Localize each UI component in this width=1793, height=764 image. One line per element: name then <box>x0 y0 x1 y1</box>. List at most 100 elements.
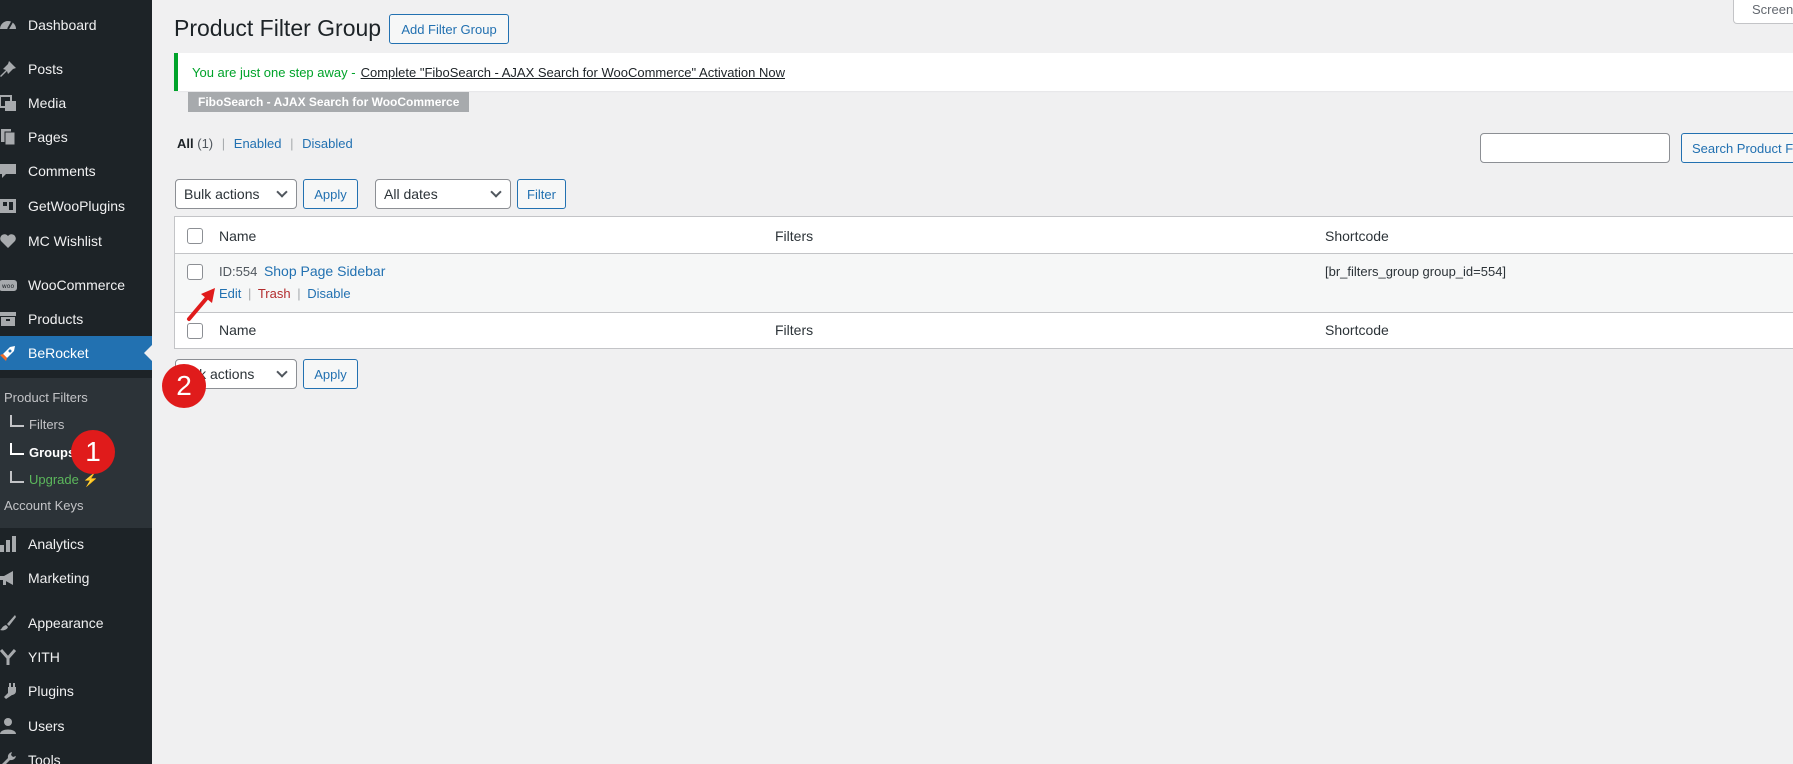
select-all-checkbox-footer[interactable] <box>187 323 203 339</box>
search-input[interactable] <box>1480 133 1670 163</box>
row-actions: Edit | Trash | Disable <box>219 286 351 301</box>
submenu-label: Account Keys <box>4 497 84 513</box>
view-enabled[interactable]: Enabled <box>234 136 282 151</box>
filter-button[interactable]: Filter <box>517 179 566 209</box>
sidebar-item-analytics[interactable]: Analytics <box>0 527 152 561</box>
apply-button[interactable]: Apply <box>303 179 358 209</box>
sidebar-item-label: GetWooPlugins <box>28 198 126 214</box>
sidebar-item-label: Marketing <box>28 570 90 586</box>
chevron-down-icon <box>276 186 288 198</box>
notice-text: You are just one step away - <box>192 64 356 80</box>
bulk-actions-select[interactable]: Bulk actions <box>175 179 297 209</box>
sidebar-item-woocommerce[interactable]: woo WooCommerce <box>0 268 152 302</box>
sidebar-item-label: BeRocket <box>28 345 89 361</box>
woocommerce-icon: woo <box>0 268 28 302</box>
submenu-label: Groups <box>29 444 76 460</box>
submenu-filters[interactable]: Filters <box>0 411 152 437</box>
notice-activation-link[interactable]: Complete "FiboSearch - AJAX Search for W… <box>361 65 785 80</box>
sidebar-item-marketing[interactable]: Marketing <box>0 561 152 595</box>
submenu-account-keys[interactable]: Account Keys <box>0 492 152 518</box>
view-all-count: (1) <box>197 136 214 151</box>
row-action-disable[interactable]: Disable <box>307 286 350 301</box>
svg-text:woo: woo <box>2 283 15 290</box>
sidebar-item-pages[interactable]: Pages <box>0 120 152 154</box>
screen-options-label: Screen <box>1752 2 1793 17</box>
sidebar-item-dashboard[interactable]: Dashboard <box>0 8 152 42</box>
column-header-name[interactable]: Name <box>219 228 256 244</box>
view-disabled[interactable]: Disabled <box>302 136 353 151</box>
tools-icon <box>0 743 28 764</box>
row-shortcode: [br_filters_group group_id=554] <box>1325 264 1507 279</box>
screen-options-button[interactable]: Screen <box>1733 0 1793 24</box>
pin-icon <box>0 52 28 86</box>
sidebar-item-label: Posts <box>28 61 64 77</box>
sidebar-item-label: YITH <box>28 649 60 665</box>
sidebar-item-label: WooCommerce <box>28 277 125 293</box>
brush-icon <box>0 606 28 640</box>
view-filters: All (1) | Enabled | Disabled <box>177 136 353 151</box>
sidebar-item-plugins[interactable]: Plugins <box>0 674 152 708</box>
comments-icon <box>0 154 28 188</box>
sidebar-item-label: Appearance <box>28 615 104 631</box>
sidebar-item-getwooplugins[interactable]: GetWooPlugins <box>0 189 152 223</box>
sidebar-item-label: Pages <box>28 129 68 145</box>
submenu-label: Filters <box>29 416 65 432</box>
submenu-product-filters[interactable]: Product Filters <box>0 384 152 410</box>
select-all-checkbox[interactable] <box>187 228 203 244</box>
action-separator: | <box>297 286 301 301</box>
sidebar-item-label: Media <box>28 95 67 111</box>
sidebar-item-appearance[interactable]: Appearance <box>0 606 152 640</box>
chevron-down-icon <box>490 186 502 198</box>
sidebar-item-label: Plugins <box>28 683 74 699</box>
filter-groups-table: Name Filters Shortcode ID:554 Shop Page … <box>174 216 1793 349</box>
sidebar-item-users[interactable]: Users <box>0 709 152 743</box>
submenu-upgrade[interactable]: Upgrade ⚡ <box>0 467 152 493</box>
view-all[interactable]: All <box>177 136 194 151</box>
arrow-icon <box>10 471 24 483</box>
notice-plugin-tag: FiboSearch - AJAX Search for WooCommerce <box>188 92 470 112</box>
column-footer-filters: Filters <box>775 322 814 338</box>
page-title: Product Filter Group <box>174 15 382 41</box>
sidebar-item-berocket[interactable]: BeRocket <box>0 336 152 370</box>
sidebar-item-products[interactable]: Products <box>0 302 152 336</box>
analytics-icon <box>0 527 28 561</box>
archive-icon <box>0 302 28 336</box>
search-button[interactable]: Search Product Fi <box>1681 133 1793 163</box>
media-icon <box>0 86 28 120</box>
row-action-trash[interactable]: Trash <box>258 286 291 301</box>
row-id: ID:554 <box>219 264 258 279</box>
submenu-label: Product Filters <box>4 389 88 405</box>
chevron-down-icon <box>276 366 288 378</box>
heart-icon <box>0 224 28 258</box>
arrow-icon <box>10 443 24 455</box>
row-checkbox[interactable] <box>187 264 203 280</box>
dates-value: All dates <box>384 186 438 202</box>
view-separator: | <box>221 136 226 151</box>
column-header-shortcode: Shortcode <box>1325 228 1389 244</box>
sidebar-item-yith[interactable]: YITH <box>0 640 152 674</box>
annotation-arrow-icon <box>187 288 215 321</box>
sidebar-item-label: Dashboard <box>28 17 97 33</box>
dates-select[interactable]: All dates <box>375 179 511 209</box>
dashboard-icon <box>0 8 28 42</box>
rocket-icon <box>0 336 28 370</box>
sidebar-item-media[interactable]: Media <box>0 86 152 120</box>
users-icon <box>0 709 28 743</box>
row-name-link[interactable]: Shop Page Sidebar <box>264 263 385 279</box>
view-separator: | <box>290 136 294 151</box>
arrow-icon <box>10 415 24 427</box>
sidebar-item-tools[interactable]: Tools <box>0 743 152 764</box>
sidebar-item-posts[interactable]: Posts <box>0 52 152 86</box>
add-filter-group-button[interactable]: Add Filter Group <box>389 14 509 44</box>
apply-button-bottom[interactable]: Apply <box>303 359 358 389</box>
sidebar-item-mc-wishlist[interactable]: MC Wishlist <box>0 224 152 258</box>
pages-icon <box>0 120 28 154</box>
megaphone-icon <box>0 561 28 595</box>
table-row: ID:554 Shop Page Sidebar Edit | Trash | … <box>175 254 1793 312</box>
footer-divider <box>175 312 1793 313</box>
bulk-actions-value: Bulk actions <box>184 186 260 202</box>
annotation-badge-2: 2 <box>162 364 206 408</box>
sidebar-item-comments[interactable]: Comments <box>0 154 152 188</box>
sidebar-item-label: Tools <box>28 752 61 764</box>
plugin-icon <box>0 674 28 708</box>
